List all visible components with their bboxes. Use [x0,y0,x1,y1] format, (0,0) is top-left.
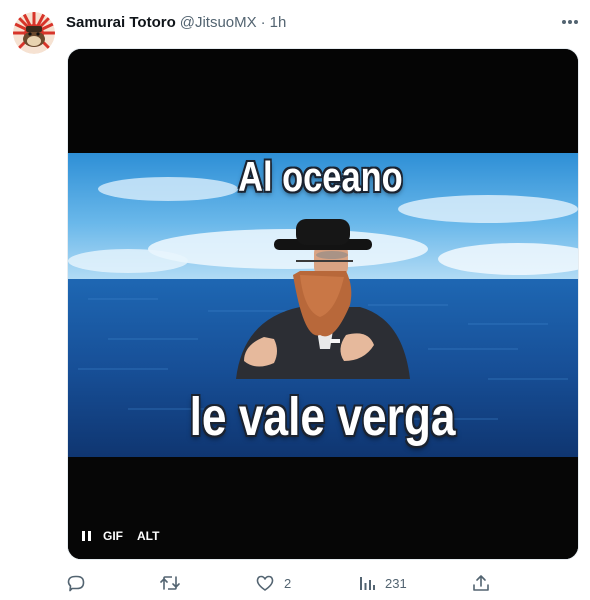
more-icon[interactable] [556,10,584,34]
author-handle[interactable]: @JitsuoMX [180,14,257,31]
timestamp[interactable]: 1h [270,14,287,31]
header-separator: · [260,13,266,31]
media-controls: GIF ALT [82,529,173,543]
gif-scene [68,49,578,559]
like-count: 2 [284,575,292,591]
reply-button[interactable] [67,570,95,596]
gif-media[interactable]: Al oceano le vale verga GIF ALT [67,48,579,560]
action-bar: 2 231 [0,570,590,596]
gif-badge: GIF [103,529,123,543]
caption-bottom: le vale verga [189,387,456,447]
caption-top: Al oceano [238,153,403,200]
like-button[interactable]: 2 [256,570,291,596]
avatar[interactable] [13,12,55,54]
share-button[interactable] [472,570,490,596]
retweet-button[interactable] [160,570,190,596]
tweet[interactable]: Samurai Totoro @JitsuoMX · 1h Al oceano … [0,0,590,600]
tweet-header: Samurai Totoro @JitsuoMX · 1h [66,12,286,32]
share-icon [473,575,489,591]
views-count: 231 [385,575,407,591]
alt-badge[interactable]: ALT [137,529,159,543]
pause-icon[interactable] [82,531,91,541]
views-icon [360,577,375,590]
retweet-icon [160,576,180,590]
like-icon [256,575,274,591]
author-name[interactable]: Samurai Totoro [66,14,176,31]
reply-icon [67,575,85,592]
views-button[interactable]: 231 [359,570,407,596]
